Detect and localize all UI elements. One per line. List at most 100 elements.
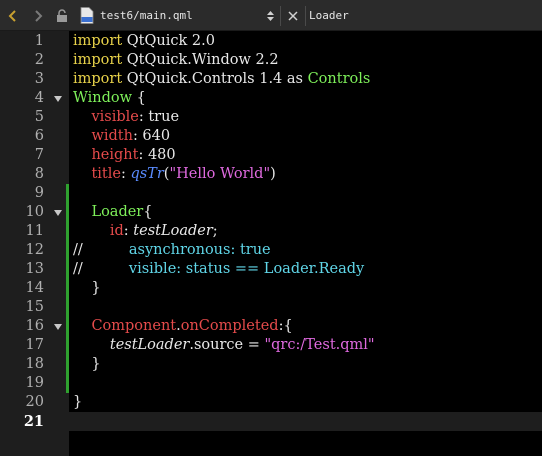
change-marker [66, 336, 69, 355]
fold-arrow-icon[interactable] [52, 89, 64, 108]
code-token: width [91, 128, 133, 144]
code-token: : true [138, 109, 180, 125]
code-token: asynchronous: true [82, 242, 271, 258]
change-marker [66, 222, 69, 241]
toolbar-divider [305, 6, 306, 26]
line-number: 2 [34, 52, 44, 68]
change-marker [66, 355, 69, 374]
code-line[interactable]: 7 height: 480 [0, 146, 542, 165]
code-token: QtQuick 2.0 [122, 33, 215, 49]
code-token: title [91, 166, 121, 182]
change-marker [66, 260, 69, 279]
code-line[interactable]: 8 title: qsTr("Hello World") [0, 165, 542, 184]
line-number: 16 [25, 318, 44, 334]
file-selector[interactable]: test6/main.qml [100, 0, 260, 31]
fold-arrow-icon[interactable] [52, 317, 64, 336]
qml-file-icon [76, 0, 98, 31]
editor-toolbar: test6/main.qml Loader [0, 0, 542, 31]
code-token: QtQuick.Window 2.2 [122, 52, 279, 68]
code-line[interactable]: 4 Window { [0, 89, 542, 108]
code-token: // [73, 261, 83, 277]
code-text: title: qsTr("Hello World") [73, 165, 275, 184]
line-number: 3 [34, 71, 44, 87]
line-number: 11 [25, 223, 44, 239]
back-arrow-icon[interactable] [0, 0, 26, 31]
line-number: 13 [25, 261, 44, 277]
code-token: "Hello World" [169, 166, 271, 182]
code-line[interactable]: 21 [0, 412, 542, 431]
code-line[interactable]: 17 testLoader.source = "qrc:/Test.qml" [0, 336, 542, 355]
code-text: import QtQuick.Controls 1.4 as Controls [73, 70, 370, 89]
line-number: 17 [25, 337, 44, 353]
line-number: 6 [34, 128, 44, 144]
line-number: 10 [25, 204, 44, 220]
code-token: import [73, 33, 123, 49]
code-line[interactable]: 6 width: 640 [0, 127, 542, 146]
code-token: Controls [307, 71, 371, 87]
code-token: QtQuick.Controls 1.4 as [122, 71, 308, 87]
code-text: import QtQuick.Window 2.2 [73, 51, 279, 70]
code-token: qsTr [130, 166, 164, 182]
code-text: visible: true [73, 108, 179, 127]
code-token: } [73, 280, 101, 296]
code-token: Loader [91, 204, 144, 220]
code-line[interactable]: 16 Component.onCompleted:{ [0, 317, 542, 336]
code-line[interactable]: 13 // visible: status == Loader.Ready [0, 260, 542, 279]
code-text: width: 640 [73, 127, 170, 146]
code-line[interactable]: 14 } [0, 279, 542, 298]
code-line[interactable]: 12 // asynchronous: true [0, 241, 542, 260]
lock-icon [52, 0, 72, 31]
code-line[interactable]: 2 import QtQuick.Window 2.2 [0, 51, 542, 70]
fold-arrow-icon[interactable] [52, 203, 64, 222]
code-line[interactable]: 5 visible: true [0, 108, 542, 127]
code-token: // [73, 242, 83, 258]
code-line[interactable]: 9 [0, 184, 542, 203]
symbol-selector[interactable]: Loader [309, 0, 429, 31]
code-line[interactable]: 11 id: testLoader; [0, 222, 542, 241]
code-token: "qrc:/Test.qml" [264, 337, 375, 353]
code-token: testLoader [109, 337, 190, 353]
code-line[interactable]: 1 import QtQuick 2.0 [0, 32, 542, 51]
line-number: 20 [25, 394, 44, 410]
line-number: 15 [25, 299, 44, 315]
code-line[interactable]: 18 } [0, 355, 542, 374]
code-token: : 640 [132, 128, 171, 144]
code-text: } [73, 355, 101, 374]
code-text: // asynchronous: true [73, 241, 271, 260]
code-text: height: 480 [73, 146, 176, 165]
code-token: visible [91, 109, 139, 125]
toolbar-divider [280, 6, 281, 26]
close-icon[interactable] [284, 0, 302, 31]
code-token: height [91, 147, 139, 163]
code-token: Window [73, 90, 133, 106]
updown-icon[interactable] [263, 0, 277, 31]
code-token: testLoader [133, 223, 213, 239]
code-token: :{ [278, 318, 293, 334]
code-token: : 480 [138, 147, 176, 163]
code-line[interactable]: 15 [0, 298, 542, 317]
code-line[interactable]: 19 [0, 374, 542, 393]
code-text: import QtQuick 2.0 [73, 32, 215, 51]
code-token: visible: status == Loader.Ready [82, 261, 365, 277]
code-text: id: testLoader; [73, 222, 218, 241]
code-line[interactable]: 3 import QtQuick.Controls 1.4 as Controls [0, 70, 542, 89]
code-token: Component [91, 318, 177, 334]
code-line[interactable]: 20} [0, 393, 542, 412]
code-text: testLoader.source = "qrc:/Test.qml" [73, 336, 375, 355]
code-token: { [132, 90, 146, 106]
forward-arrow-icon[interactable] [26, 0, 50, 31]
code-token: .source = [189, 337, 265, 353]
line-number: 21 [23, 413, 44, 430]
change-marker [66, 279, 69, 298]
code-token: } [73, 356, 101, 372]
line-number: 18 [25, 356, 44, 372]
change-marker [66, 184, 69, 203]
code-token: id [109, 223, 124, 239]
code-line[interactable]: 10 Loader{ [0, 203, 542, 222]
line-number: 19 [25, 375, 44, 391]
code-text: } [73, 279, 101, 298]
line-number: 14 [25, 280, 44, 296]
